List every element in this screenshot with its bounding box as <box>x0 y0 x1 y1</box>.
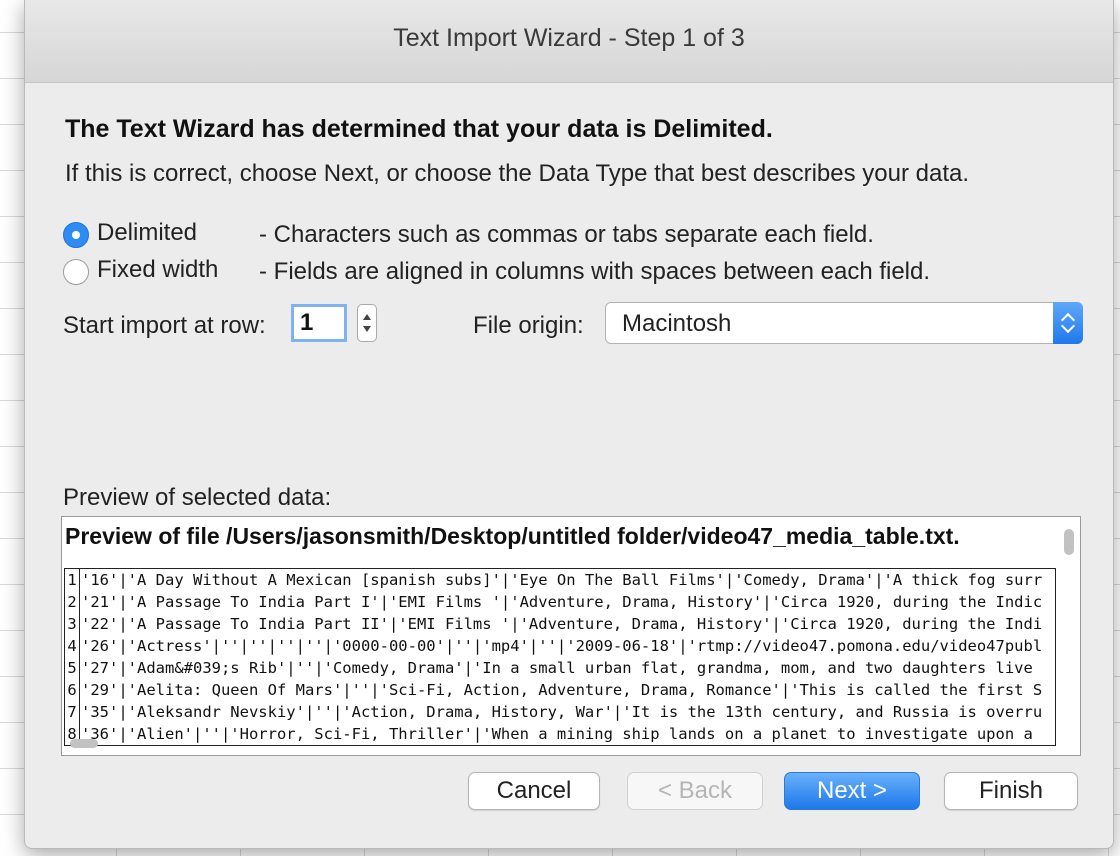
line-text: '27'|'Adam&#039;s Rib'|''|'Comedy, Drama… <box>81 659 1033 677</box>
start-row-label: Start import at row: <box>63 312 266 339</box>
line-number: 6 <box>65 679 80 701</box>
line-text: '29'|'Aelita: Queen Of Mars'|''|'Sci-Fi,… <box>81 681 1043 699</box>
start-row-stepper[interactable] <box>357 304 377 342</box>
radio-button-selected[interactable] <box>63 222 89 248</box>
file-origin-label: File origin: <box>473 312 584 339</box>
file-origin-select[interactable]: Macintosh <box>605 302 1083 344</box>
preview-line: 1'16'|'A Day Without A Mexican [spanish … <box>65 569 1055 591</box>
preview-line: 3'22'|'A Passage To India Part II'|'EMI … <box>65 613 1055 635</box>
line-text: '22'|'A Passage To India Part II'|'EMI F… <box>81 615 1043 633</box>
next-button[interactable]: Next > <box>784 772 920 810</box>
preview-label: Preview of selected data: <box>63 484 332 511</box>
vertical-scrollbar[interactable] <box>1064 529 1074 555</box>
stepper-down-icon[interactable] <box>363 326 371 332</box>
preview-lines[interactable]: 1'16'|'A Day Without A Mexican [spanish … <box>64 568 1056 746</box>
wizard-subtext: If this is correct, choose Next, or choo… <box>65 160 970 187</box>
wizard-heading: The Text Wizard has determined that your… <box>65 115 773 143</box>
line-text: '36'|'Alien'|''|'Horror, Sci-Fi, Thrille… <box>81 725 1033 743</box>
horizontal-scrollbar[interactable] <box>70 739 98 748</box>
preview-line: 2'21'|'A Passage To India Part I'|'EMI F… <box>65 591 1055 613</box>
radio-fixed-width-description: - Fields are aligned in columns with spa… <box>259 258 931 285</box>
line-number: 1 <box>65 569 80 591</box>
line-text: '26'|'Actress'|''|''|''|''|'0000-00-00'|… <box>81 637 1043 655</box>
line-number: 7 <box>65 701 80 723</box>
line-number: 2 <box>65 591 80 613</box>
preview-file-title: Preview of file /Users/jasonsmith/Deskto… <box>65 523 960 549</box>
line-text: '21'|'A Passage To India Part I'|'EMI Fi… <box>81 593 1043 611</box>
select-chevrons-icon[interactable] <box>1053 302 1083 344</box>
preview-panel[interactable]: Preview of file /Users/jasonsmith/Deskto… <box>61 516 1081 756</box>
preview-line: 6'29'|'Aelita: Queen Of Mars'|''|'Sci-Fi… <box>65 679 1055 701</box>
title-bar: Text Import Wizard - Step 1 of 3 <box>25 0 1113 83</box>
line-number: 4 <box>65 635 80 657</box>
finish-button[interactable]: Finish <box>944 772 1078 810</box>
preview-line: 8'36'|'Alien'|''|'Horror, Sci-Fi, Thrill… <box>65 723 1055 745</box>
line-number: 3 <box>65 613 80 635</box>
preview-line: 4'26'|'Actress'|''|''|''|''|'0000-00-00'… <box>65 635 1055 657</box>
back-button[interactable]: < Back <box>627 772 763 810</box>
line-number: 5 <box>65 657 80 679</box>
line-text: '35'|'Aleksandr Nevskiy'|''|'Action, Dra… <box>81 703 1043 721</box>
line-text: '16'|'A Day Without A Mexican [spanish s… <box>81 571 1043 589</box>
stepper-up-icon[interactable] <box>363 314 371 320</box>
radio-button-unselected[interactable] <box>63 259 89 285</box>
preview-line: 5'27'|'Adam&#039;s Rib'|''|'Comedy, Dram… <box>65 657 1055 679</box>
window-title: Text Import Wizard - Step 1 of 3 <box>393 24 745 52</box>
file-origin-value: Macintosh <box>622 310 732 337</box>
radio-delimited-description: - Characters such as commas or tabs sepa… <box>259 221 874 248</box>
radio-delimited-label[interactable]: Delimited <box>97 219 197 247</box>
preview-line: 7'35'|'Aleksandr Nevskiy'|''|'Action, Dr… <box>65 701 1055 723</box>
cancel-button[interactable]: Cancel <box>468 772 600 810</box>
start-row-input[interactable]: 1 <box>291 304 347 342</box>
radio-fixed-width-label[interactable]: Fixed width <box>97 256 218 284</box>
text-import-wizard-dialog: Text Import Wizard - Step 1 of 3 The Tex… <box>24 0 1114 849</box>
